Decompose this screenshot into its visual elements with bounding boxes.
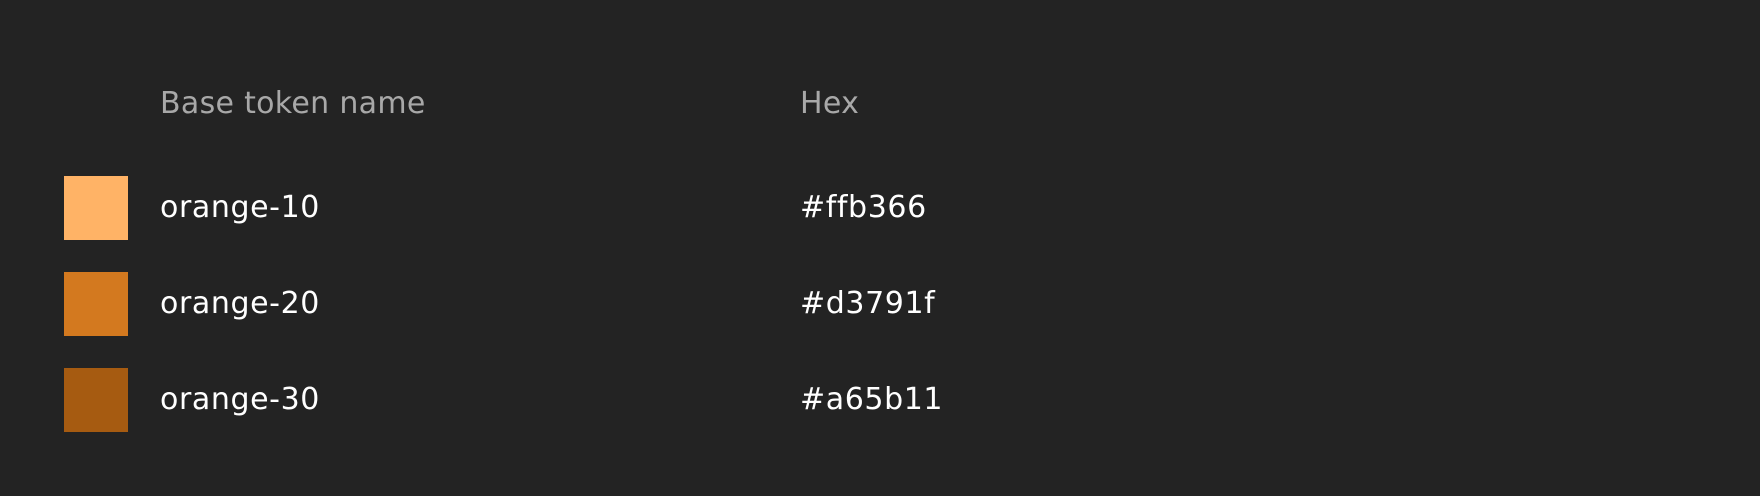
- color-swatch: [64, 368, 128, 432]
- token-hex-value: #ffb366: [800, 190, 927, 225]
- token-hex-value: #a65b11: [800, 382, 944, 417]
- token-name: orange-30: [160, 382, 320, 417]
- color-swatch: [64, 176, 128, 240]
- token-name: orange-10: [160, 190, 320, 225]
- token-name: orange-20: [160, 286, 320, 321]
- table-row: orange-10 #ffb366: [0, 176, 1760, 240]
- table-row: orange-20 #d3791f: [0, 272, 1760, 336]
- table-row: orange-30 #a65b11: [0, 368, 1760, 432]
- color-token-table: Base token name Hex orange-10 #ffb366 or…: [0, 0, 1760, 496]
- column-header-hex: Hex: [800, 86, 860, 121]
- token-hex-value: #d3791f: [800, 286, 936, 321]
- column-header-base-token-name: Base token name: [160, 86, 426, 121]
- color-swatch: [64, 272, 128, 336]
